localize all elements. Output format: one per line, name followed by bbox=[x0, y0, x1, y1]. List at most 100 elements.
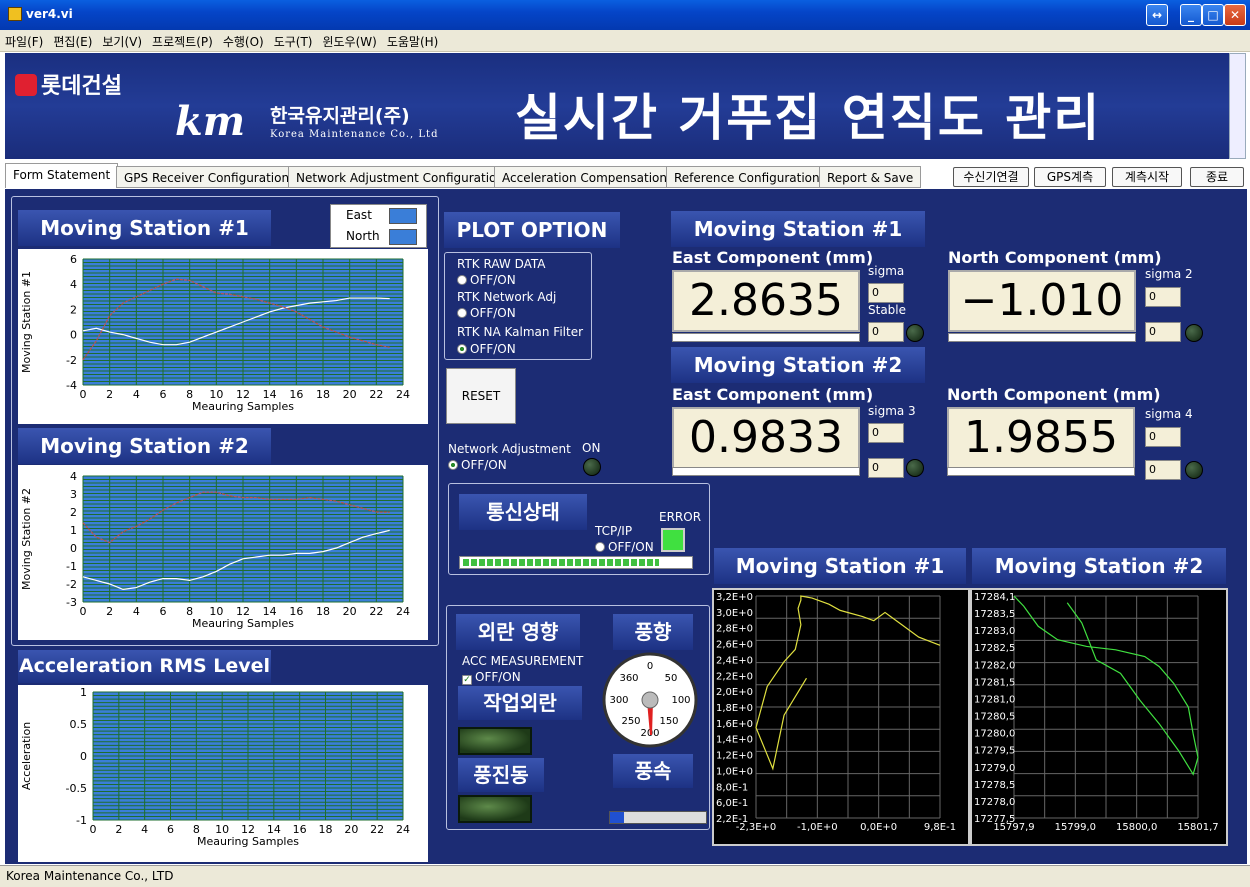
y-tick-label: 17281,0 bbox=[974, 694, 1015, 705]
xy1-plot: 3,2E+0 3,0E+0 2,8E+0 2,6E+0 2,4E+0 2,2E+0 2,0E… bbox=[712, 588, 970, 846]
wind-speed-title: 풍속 bbox=[613, 754, 693, 788]
work-disturb-indicator[interactable] bbox=[458, 727, 532, 755]
tab-gps-receiver[interactable]: GPS Receiver Configuration bbox=[116, 166, 298, 188]
y-tick-label: 6,0E-1 bbox=[716, 798, 748, 809]
wind-direction-dial[interactable]: 0 50 100 150 200 250 300 360 bbox=[601, 651, 699, 749]
x-tick-label: 6 bbox=[160, 605, 167, 618]
plot-option-group: RTK RAW DATA OFF/ON RTK Network Adj OFF/… bbox=[444, 252, 592, 360]
network-adjustment-label: Network Adjustment bbox=[448, 442, 571, 456]
rtk-netadj-toggle[interactable]: OFF/ON bbox=[457, 306, 516, 320]
y-tick-label: 2,2E+0 bbox=[716, 671, 753, 682]
network-adjustment-toggle[interactable]: OFF/ON bbox=[448, 458, 507, 472]
menu-view[interactable]: 보기(V) bbox=[97, 30, 147, 53]
error-led bbox=[661, 528, 685, 552]
ms1-title: Moving Station #1 bbox=[671, 211, 925, 247]
tcp-toggle[interactable]: OFF/ON bbox=[595, 540, 654, 554]
y-tick-label: 4 bbox=[70, 470, 77, 483]
menu-edit[interactable]: 편집(E) bbox=[48, 30, 97, 53]
y-tick-label: 17278,5 bbox=[974, 780, 1015, 791]
reset-button[interactable]: RESET bbox=[446, 368, 516, 424]
menu-window[interactable]: 윈도우(W) bbox=[317, 30, 381, 53]
minimize-button[interactable]: _ bbox=[1180, 4, 1202, 26]
y-tick-label: 1 bbox=[70, 524, 77, 537]
radio-icon bbox=[595, 542, 605, 552]
menu-tools[interactable]: 도구(T) bbox=[269, 30, 318, 53]
disturbance-title: 외란 영향 bbox=[456, 614, 580, 650]
y-tick-label: 17278,0 bbox=[974, 797, 1015, 808]
y-tick-label: 17283,0 bbox=[974, 626, 1015, 637]
svg-text:150: 150 bbox=[659, 716, 678, 727]
tab-network-adjustment[interactable]: Network Adjustment Configuration bbox=[288, 166, 513, 188]
ms2-north-led bbox=[1185, 461, 1203, 479]
acc-measurement-toggle[interactable]: ✓ OFF/ON bbox=[462, 670, 521, 685]
x-tick-label: 0 bbox=[80, 605, 87, 618]
y-tick-label: 1,0E+0 bbox=[716, 766, 753, 777]
menu-operate[interactable]: 수행(O) bbox=[218, 30, 269, 53]
y-tick-label: -4 bbox=[66, 379, 77, 392]
acc-measurement-label: ACC MEASUREMENT bbox=[462, 654, 584, 668]
x-tick-label: 18 bbox=[319, 823, 333, 836]
tab-reference[interactable]: Reference Configuration bbox=[666, 166, 828, 188]
ms2-north-label: North Component (mm) bbox=[947, 385, 1161, 404]
y-tick-label: 4 bbox=[70, 278, 77, 291]
svg-text:300: 300 bbox=[609, 695, 628, 706]
legend-north-swatch bbox=[389, 229, 417, 245]
ms1-sigma2-label: sigma 2 bbox=[1145, 267, 1193, 281]
exit-button[interactable]: 종료 bbox=[1190, 167, 1244, 187]
y-tick-label: -2 bbox=[66, 578, 77, 591]
y-tick-label: 17282,5 bbox=[974, 643, 1015, 654]
y-tick-label: 2,4E+0 bbox=[716, 655, 753, 666]
ms1-east-label: East Component (mm) bbox=[672, 248, 874, 267]
ms1-stable-value: 0 bbox=[868, 322, 904, 342]
menu-help[interactable]: 도움말(H) bbox=[382, 30, 444, 53]
error-label: ERROR bbox=[659, 510, 702, 524]
xy1-chart: 3,2E+0 3,0E+0 2,8E+0 2,6E+0 2,4E+0 2,2E+0 2,0E… bbox=[716, 592, 956, 833]
restore-icon[interactable]: ↔ bbox=[1146, 4, 1168, 26]
rtk-raw-toggle[interactable]: OFF/ON bbox=[457, 273, 516, 287]
window-title: ver4.vi bbox=[26, 7, 73, 21]
tab-report-save[interactable]: Report & Save bbox=[819, 166, 922, 188]
legend-north: North bbox=[346, 229, 380, 243]
maximize-button[interactable]: □ bbox=[1202, 4, 1224, 26]
y-tick-label: 1 bbox=[80, 686, 87, 699]
receiver-connect-button[interactable]: 수신기연결 bbox=[953, 167, 1029, 187]
x-tick-label: 6 bbox=[167, 823, 174, 836]
lotte-logo: 롯데건설 bbox=[15, 68, 122, 100]
tab-acceleration[interactable]: Acceleration Compensation bbox=[494, 166, 675, 188]
ms2-chart: 0 2 4 6 8 10 12 14 16 18 20 22 2443210-1-2-3Meauring… bbox=[20, 470, 410, 630]
acc-chart-box: 0 2 4 6 8 10 12 14 16 18 20 22 24 1 0.5 0 -0.5 -1 Meauring… bbox=[18, 685, 428, 862]
wind-vibration-indicator[interactable] bbox=[458, 795, 532, 823]
menu-file[interactable]: 파일(F) bbox=[0, 30, 48, 53]
rtk-raw-label: RTK RAW DATA bbox=[457, 257, 546, 271]
tab-form-statement[interactable]: Form Statement bbox=[5, 163, 119, 188]
ms2-title: Moving Station #2 bbox=[671, 347, 925, 383]
start-measure-button[interactable]: 계측시작 bbox=[1112, 167, 1182, 187]
y-tick-label: 17280,5 bbox=[974, 712, 1015, 723]
ms2-chart-box: 0 2 4 6 8 10 12 14 16 18 20 22 24 4 3 2 1 0 -1 -2 -3 Meauring… bbox=[18, 465, 428, 640]
y-tick-label: 0.5 bbox=[70, 718, 88, 731]
plot-option-title: PLOT OPTION bbox=[444, 212, 620, 248]
x-tick-label: 2 bbox=[115, 823, 122, 836]
work-disturb-title: 작업외란 bbox=[458, 686, 582, 720]
company-name-en: Korea Maintenance Co., Ltd bbox=[270, 129, 439, 140]
y-axis-label: Acceleration bbox=[20, 722, 33, 790]
vertical-scrollbar[interactable] bbox=[1229, 53, 1246, 159]
x-tick-label: 18 bbox=[316, 388, 330, 401]
ms2-sigma4-value: 0 bbox=[1145, 427, 1181, 447]
y-tick-label: 1,2E+0 bbox=[716, 751, 753, 762]
x-tick-label: 24 bbox=[396, 388, 410, 401]
x-tick-label: 0,0E+0 bbox=[860, 822, 897, 833]
rtk-kalman-toggle[interactable]: OFF/ON bbox=[457, 342, 516, 356]
y-tick-label: 17282,0 bbox=[974, 660, 1015, 671]
gps-measure-button[interactable]: GPS계측 bbox=[1034, 167, 1106, 187]
title-bar: ver4.vi ↔ _ □ ✕ bbox=[0, 0, 1250, 30]
radio-icon bbox=[457, 344, 467, 354]
x-tick-label: 2 bbox=[106, 388, 113, 401]
close-button[interactable]: ✕ bbox=[1224, 4, 1246, 26]
menu-project[interactable]: 프로젝트(P) bbox=[147, 30, 218, 53]
ms2-sigma3-label: sigma 3 bbox=[868, 404, 916, 418]
ms2-sigma4-label: sigma 4 bbox=[1145, 407, 1193, 421]
y-tick-label: -3 bbox=[66, 596, 77, 609]
y-tick-label: -1 bbox=[76, 814, 87, 827]
y-tick-label: 8,0E-1 bbox=[716, 782, 748, 793]
